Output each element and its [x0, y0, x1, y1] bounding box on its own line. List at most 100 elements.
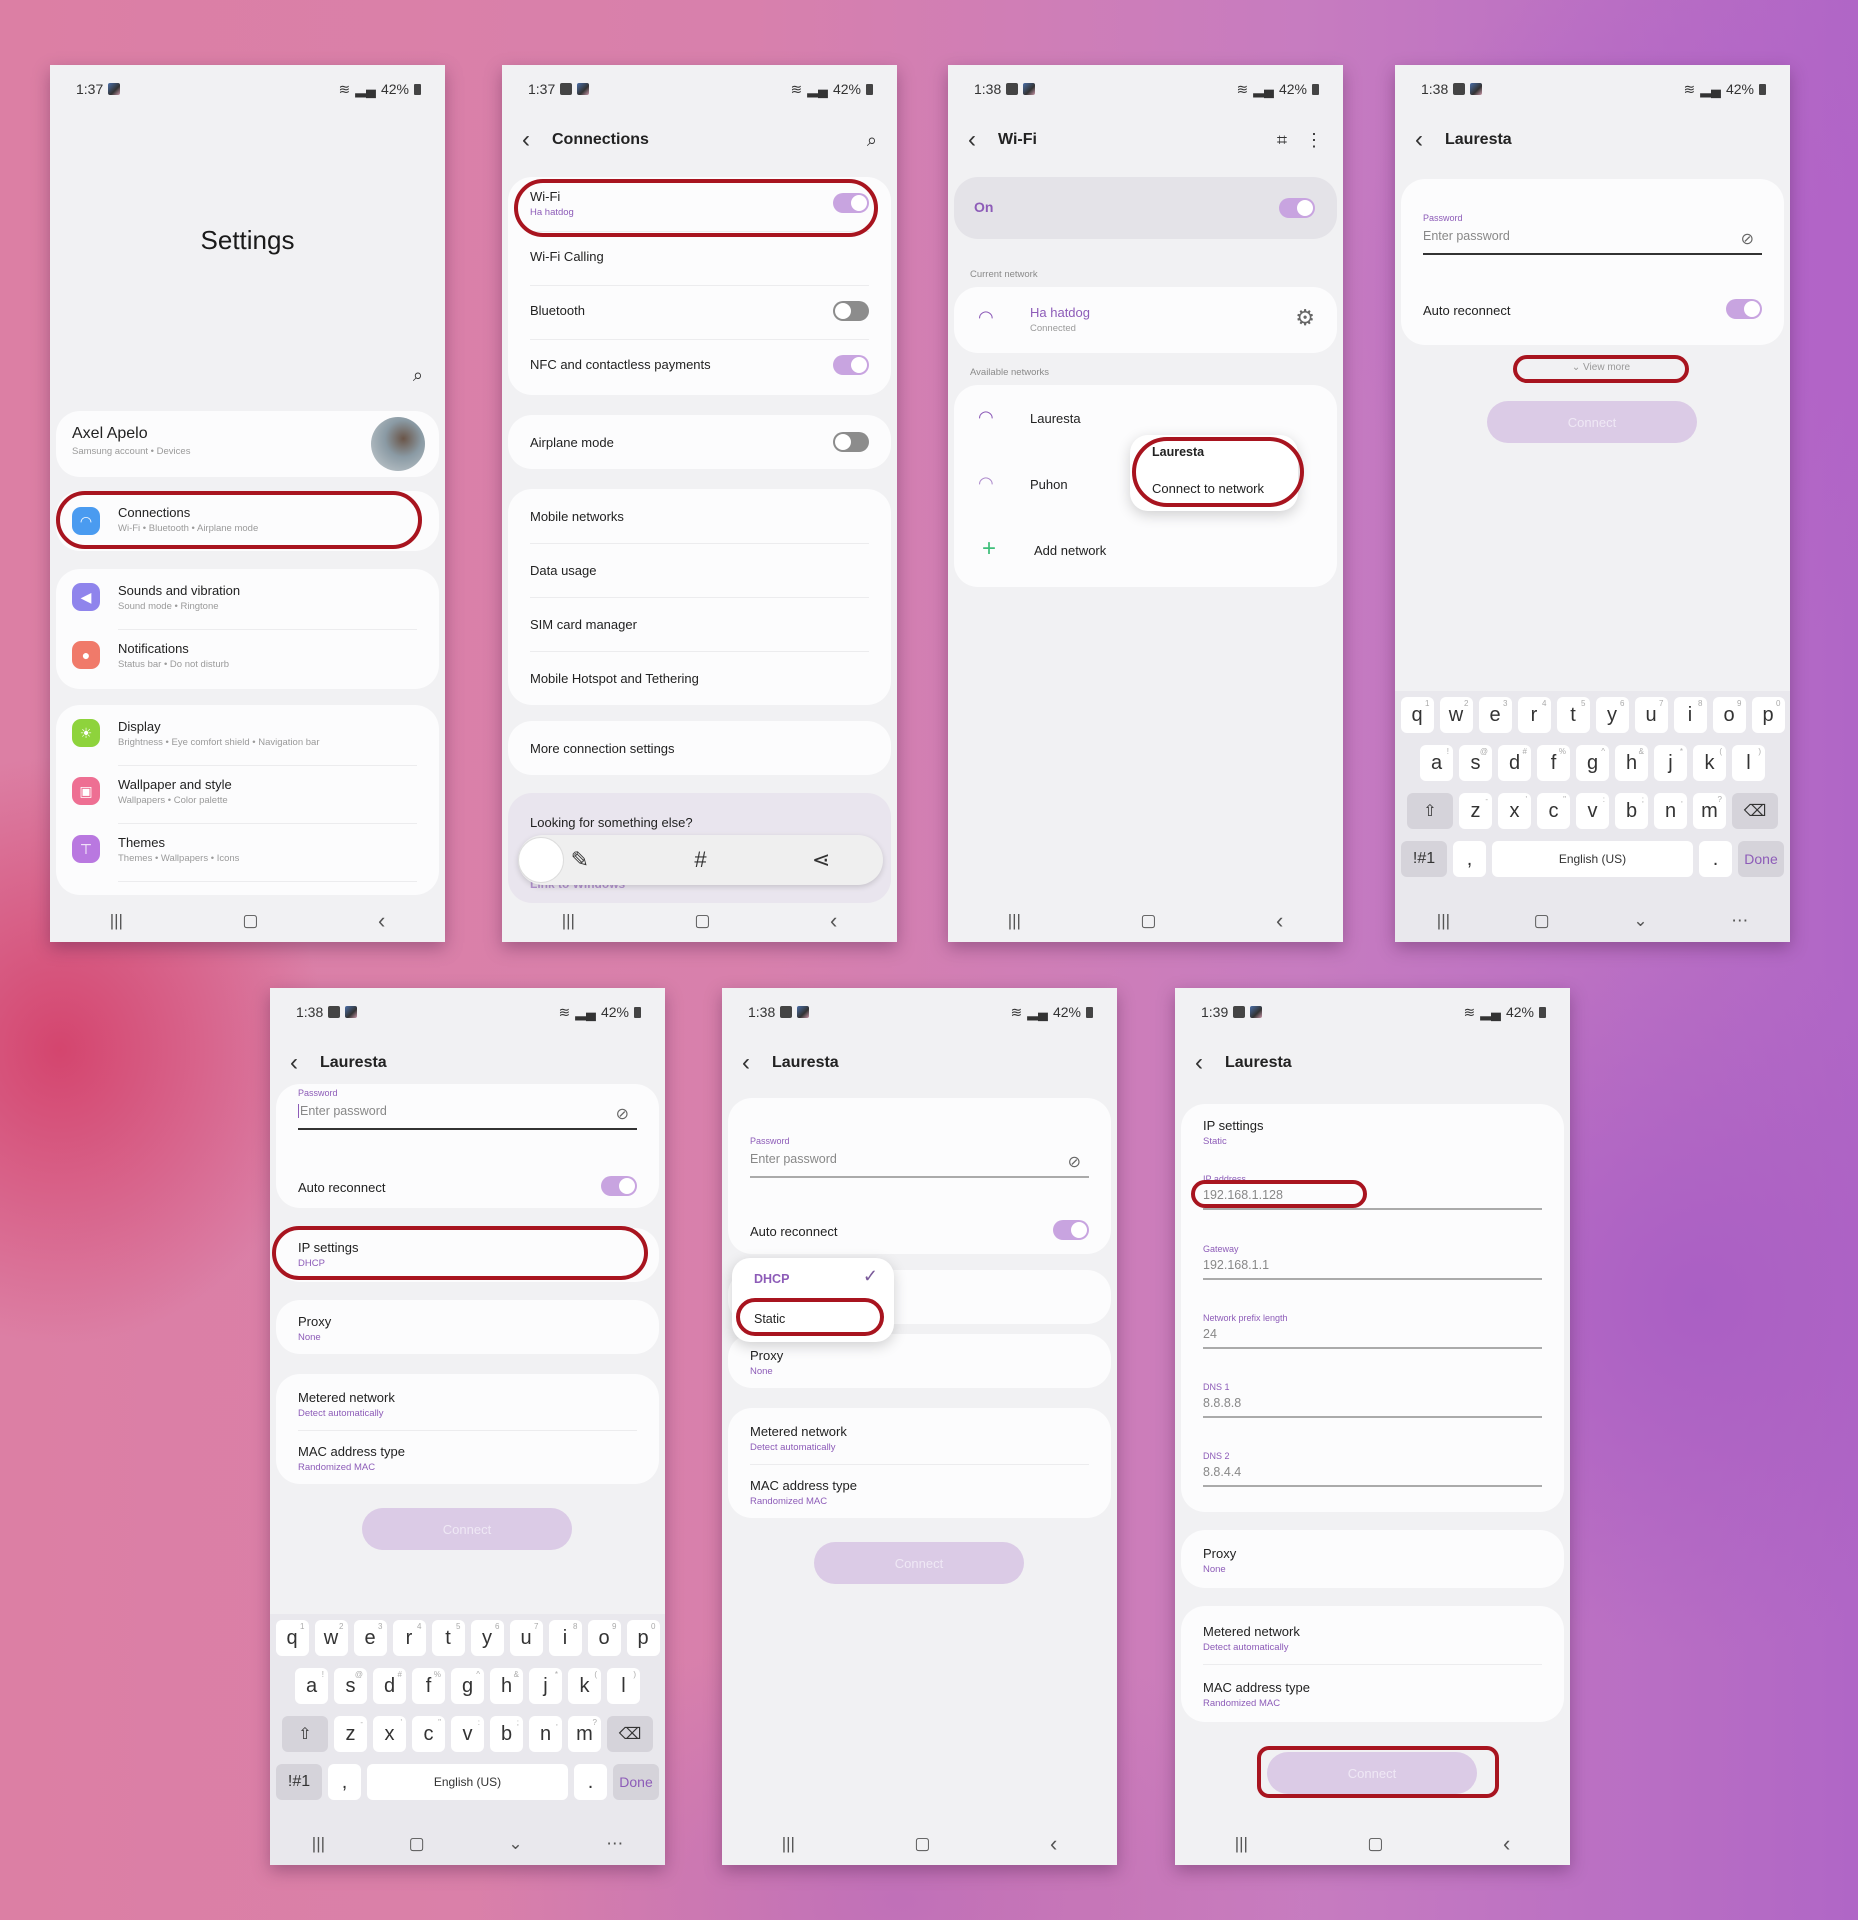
back-button[interactable]: ‹: [1050, 1831, 1057, 1857]
home-button[interactable]: ▢: [1140, 911, 1156, 931]
home-button[interactable]: ▢: [409, 1834, 425, 1854]
symbols-key[interactable]: !#1: [276, 1764, 322, 1800]
back-button[interactable]: ‹: [378, 908, 385, 934]
key-i[interactable]: i8: [548, 1620, 582, 1656]
home-button[interactable]: ▢: [242, 911, 258, 931]
key-d[interactable]: d #: [1498, 745, 1531, 781]
back-arrow-icon[interactable]: ‹: [1415, 126, 1445, 154]
add-network-button[interactable]: + Add network: [954, 517, 1337, 583]
item-airplane-mode[interactable]: Airplane mode: [508, 415, 891, 469]
keyboard-switch-button[interactable]: ⋯: [1731, 911, 1748, 931]
done-key[interactable]: Done: [613, 1764, 659, 1800]
backspace-key[interactable]: ⌫: [607, 1716, 653, 1752]
recents-button[interactable]: |||: [110, 911, 123, 931]
screenshot-thumbnail[interactable]: [518, 837, 564, 883]
period-key[interactable]: .: [1699, 841, 1732, 877]
key-p[interactable]: p0: [1751, 697, 1785, 733]
item-wifi[interactable]: Wi-Fi Ha hatdog: [508, 177, 891, 229]
password-input[interactable]: Enter password ⊘: [750, 1152, 1089, 1178]
password-input[interactable]: Enter password ⊘: [1423, 229, 1762, 255]
share-icon[interactable]: ⋖: [812, 847, 830, 873]
key-g[interactable]: g ^: [451, 1668, 484, 1704]
back-button[interactable]: ‹: [1503, 1831, 1510, 1857]
key-s[interactable]: s @: [334, 1668, 367, 1704]
key-w[interactable]: w2: [314, 1620, 348, 1656]
key-r[interactable]: r4: [392, 1620, 426, 1656]
home-button[interactable]: ▢: [694, 911, 710, 931]
connect-button[interactable]: Connect: [1267, 1752, 1477, 1794]
key-q[interactable]: q1: [1400, 697, 1434, 733]
back-arrow-icon[interactable]: ‹: [522, 126, 552, 154]
done-key[interactable]: Done: [1738, 841, 1784, 877]
wifi-toggle[interactable]: [833, 193, 869, 213]
shift-key[interactable]: ⇧: [282, 1716, 328, 1752]
recents-button[interactable]: |||: [782, 1834, 795, 1854]
eye-off-icon[interactable]: ⊘: [616, 1104, 629, 1124]
home-button[interactable]: ▢: [914, 1834, 930, 1854]
prefix-length-field[interactable]: Network prefix length 24: [1203, 1313, 1542, 1349]
settings-item-themes[interactable]: ⊤ Themes Themes • Wallpapers • Icons: [56, 823, 439, 881]
hashtag-icon[interactable]: #: [694, 847, 706, 873]
settings-item-connections[interactable]: ◠ Connections Wi-Fi • Bluetooth • Airpla…: [56, 491, 439, 551]
comma-key[interactable]: ,: [1453, 841, 1486, 877]
settings-item-sounds[interactable]: ◀ Sounds and vibration Sound mode • Ringt…: [56, 569, 439, 627]
key-r[interactable]: r4: [1517, 697, 1551, 733]
period-key[interactable]: .: [574, 1764, 607, 1800]
key-o[interactable]: o9: [587, 1620, 621, 1656]
shift-key[interactable]: ⇧: [1407, 793, 1453, 829]
dns2-field[interactable]: DNS 2 8.8.4.4: [1203, 1451, 1542, 1487]
proxy-card[interactable]: Proxy None: [1181, 1530, 1564, 1588]
recents-button[interactable]: |||: [1437, 911, 1450, 931]
key-q[interactable]: q1: [275, 1620, 309, 1656]
bluetooth-toggle[interactable]: [833, 301, 869, 321]
item-mobile-hotspot[interactable]: Mobile Hotspot and Tethering: [508, 651, 891, 705]
back-arrow-icon[interactable]: ‹: [1195, 1049, 1225, 1077]
gateway-field[interactable]: Gateway 192.168.1.1: [1203, 1244, 1542, 1280]
key-n[interactable]: n,: [529, 1716, 562, 1752]
recents-button[interactable]: |||: [1008, 911, 1021, 931]
key-e[interactable]: e3: [353, 1620, 387, 1656]
item-wifi-calling[interactable]: Wi-Fi Calling: [508, 231, 891, 283]
airplane-toggle[interactable]: [833, 432, 869, 452]
ip-address-field[interactable]: IP address 192.168.1.128: [1203, 1174, 1542, 1210]
key-u[interactable]: u7: [1634, 697, 1668, 733]
proxy-card[interactable]: Proxy None: [728, 1334, 1111, 1388]
symbols-key[interactable]: !#1: [1401, 841, 1447, 877]
metered-network-item[interactable]: Metered network Detect automatically: [276, 1374, 659, 1428]
auto-reconnect-toggle[interactable]: [1053, 1220, 1089, 1240]
ip-settings-card[interactable]: IP settings DHCP: [276, 1228, 659, 1282]
key-i[interactable]: i8: [1673, 697, 1707, 733]
key-f[interactable]: f%: [412, 1668, 445, 1704]
dropdown-option-dhcp[interactable]: DHCP ✓: [732, 1258, 894, 1298]
more-options-icon[interactable]: ⋮: [1305, 130, 1323, 151]
back-arrow-icon[interactable]: ‹: [742, 1049, 772, 1077]
mac-address-item[interactable]: MAC address type Randomized MAC: [728, 1464, 1111, 1518]
home-button[interactable]: ▢: [1534, 911, 1550, 931]
key-z[interactable]: z-: [1459, 793, 1492, 829]
connect-to-network-option[interactable]: Connect to network: [1152, 481, 1264, 496]
auto-reconnect-toggle[interactable]: [601, 1176, 637, 1196]
key-x[interactable]: x ': [373, 1716, 406, 1752]
key-e[interactable]: e3: [1478, 697, 1512, 733]
settings-item-display[interactable]: ☀ Display Brightness • Eye comfort shield…: [56, 705, 439, 765]
item-nfc[interactable]: NFC and contactless payments: [508, 339, 891, 391]
key-a[interactable]: a!: [1420, 745, 1453, 781]
metered-network-item[interactable]: Metered network Detect automatically: [728, 1408, 1111, 1462]
item-mobile-networks[interactable]: Mobile networks: [508, 489, 891, 543]
back-button[interactable]: ‹: [1276, 908, 1283, 934]
key-c[interactable]: c ": [412, 1716, 445, 1752]
eye-off-icon[interactable]: ⊘: [1068, 1152, 1081, 1172]
proxy-card[interactable]: Proxy None: [276, 1300, 659, 1354]
wifi-on-card[interactable]: On: [954, 177, 1337, 239]
key-h[interactable]: h &: [1615, 745, 1648, 781]
dropdown-option-static[interactable]: Static: [732, 1300, 894, 1340]
key-f[interactable]: f%: [1537, 745, 1570, 781]
search-icon[interactable]: ⌕: [413, 365, 423, 386]
home-button[interactable]: ▢: [1367, 1834, 1383, 1854]
auto-reconnect-toggle[interactable]: [1726, 299, 1762, 319]
wifi-toggle[interactable]: [1279, 198, 1315, 218]
comma-key[interactable]: ,: [328, 1764, 361, 1800]
keyboard-switch-button[interactable]: ⋯: [606, 1834, 623, 1854]
key-k[interactable]: k(: [568, 1668, 601, 1704]
qr-scan-icon[interactable]: ⌗: [1277, 130, 1287, 151]
